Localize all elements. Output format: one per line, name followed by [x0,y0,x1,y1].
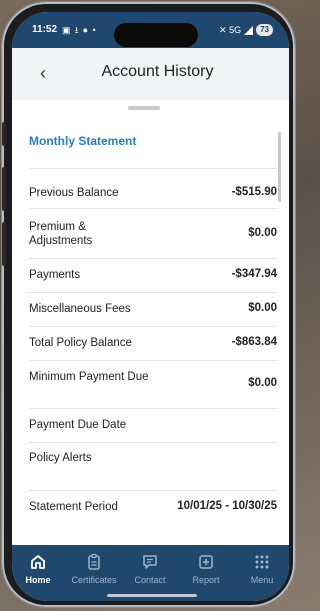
row-label: Statement Period [29,501,118,513]
statement-row: Miscellaneous Fees $0.00 [29,292,277,327]
status-right: ✕ 5G 73 [219,24,273,36]
statement-row: Payment Due Date [29,408,277,443]
phone-frame: 11:52 ▣ ⭳ ● • ✕ 5G 73 ‹ Account History … [2,2,295,607]
row-value: -$863.84 [231,336,277,348]
statement-row: Minimum Payment Due $0.00 [29,360,277,409]
tab-label: Menu [250,575,274,585]
scrollbar[interactable] [278,132,281,202]
phone-side-button [2,222,6,266]
row-value: 10/01/25 - 10/30/25 [177,500,277,512]
home-indicator [107,594,197,597]
home-icon [31,555,45,569]
row-value: -$347.94 [231,268,277,280]
row-label: Policy Alerts [29,452,92,464]
row-label: Premium & Adjustments [29,221,93,247]
row-label: Payment Due Date [29,419,127,431]
bottom-tab-bar: Home Certificates Contact Report Menu [12,545,289,601]
phone-side-button [2,167,6,211]
report-plus-icon [199,555,213,569]
camera-notch [114,23,198,47]
phone-side-button [2,122,6,146]
page-header: ‹ Account History [12,48,289,100]
tab-certificates[interactable]: Certificates [68,553,120,585]
tab-report[interactable]: Report [180,553,232,585]
grid-menu-icon [255,555,269,569]
status-time: 11:52 [32,24,58,35]
statement-row: Payments -$347.94 [29,258,277,293]
chat-icon [143,555,157,569]
row-label: Previous Balance [29,187,119,199]
tab-home[interactable]: Home [12,553,64,585]
statement-row: Policy Alerts [29,442,277,491]
tab-contact[interactable]: Contact [124,553,176,585]
statement-row: Statement Period 10/01/25 - 10/30/25 [29,490,277,525]
row-value: -$515.90 [231,186,277,198]
signal-icon [244,25,254,35]
screen: 11:52 ▣ ⭳ ● • ✕ 5G 73 ‹ Account History … [12,12,289,601]
statement-row: Premium & Adjustments $0.00 [29,208,277,259]
row-label: Total Policy Balance [29,337,132,349]
tab-label: Report [192,575,220,585]
tab-menu[interactable]: Menu [236,553,288,585]
row-value: $0.00 [248,377,277,389]
row-value: $0.00 [248,227,277,239]
row-value: $0.00 [248,302,277,314]
tab-label: Certificates [71,575,117,585]
status-notification-icons: ▣ ⭳ ● • [62,25,97,35]
statement-row: Previous Balance -$515.90 [29,168,277,203]
tab-label: Contact [134,575,166,585]
row-label: Minimum Payment Due [29,371,149,383]
tab-label: Home [25,575,51,585]
network-indicator: ✕ 5G [219,24,242,35]
row-label: Miscellaneous Fees [29,303,131,315]
status-bar: 11:52 ▣ ⭳ ● • ✕ 5G 73 [12,12,289,48]
battery-icon: 73 [256,24,273,36]
sheet-drag-handle[interactable] [128,106,160,110]
row-label: Payments [29,269,81,281]
section-title: Monthly Statement [29,134,137,148]
statement-row: Total Policy Balance -$863.84 [29,326,277,361]
certificate-icon [88,553,100,570]
page-title: Account History [101,63,214,80]
